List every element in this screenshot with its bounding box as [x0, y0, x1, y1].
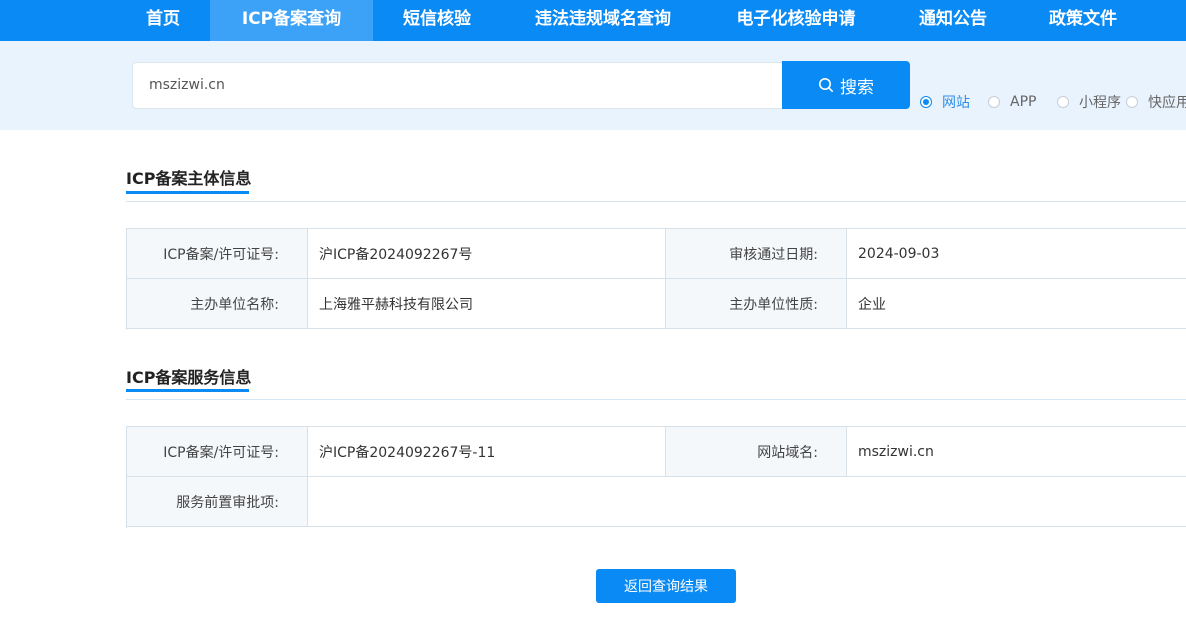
radio-circle [988, 96, 1000, 108]
nav-item-illegal-domain[interactable]: 违法违规域名查询 [520, 0, 686, 41]
section-divider [126, 399, 1186, 400]
cell-value-approval-date: 2024-09-03 [847, 229, 1186, 279]
cell-value-org-type: 企业 [847, 279, 1186, 329]
radio-website[interactable]: 网站 [920, 92, 970, 112]
nav-item-icp-query[interactable]: ICP备案查询 [210, 0, 373, 41]
section-divider [126, 201, 1186, 202]
radio-label-quickapp: 快应用 [1148, 95, 1186, 111]
nav-item-policies[interactable]: 政策文件 [1036, 0, 1130, 41]
radio-label-miniprogram: 小程序 [1079, 95, 1121, 111]
radio-circle [1057, 96, 1069, 108]
search-button[interactable]: 搜索 [782, 61, 910, 109]
cell-label-pre-approval: 服务前置审批项: [127, 477, 308, 527]
search-band: mszizwi.cn 搜索 网站 APP 小程序 快应用 [0, 41, 1186, 130]
nav-item-home[interactable]: 首页 [128, 0, 198, 41]
search-button-label: 搜索 [840, 77, 874, 98]
cell-value-org-name: 上海雅平赫科技有限公司 [308, 279, 666, 329]
cell-value-license: 沪ICP备2024092267号 [308, 229, 666, 279]
section-underline [126, 389, 249, 392]
cell-label-service-license: ICP备案/许可证号: [127, 427, 308, 477]
radio-miniprogram[interactable]: 小程序 [1057, 92, 1121, 112]
cell-value-pre-approval [308, 477, 1186, 527]
cell-value-domain: mszizwi.cn [847, 427, 1186, 477]
search-icon [819, 78, 833, 92]
cell-label-license: ICP备案/许可证号: [127, 229, 308, 279]
section-title-subject: ICP备案主体信息 [126, 169, 252, 188]
cell-value-service-license: 沪ICP备2024092267号-11 [308, 427, 666, 477]
cell-label-approval-date: 审核通过日期: [666, 229, 847, 279]
subject-info-table: ICP备案/许可证号: 沪ICP备2024092267号 审核通过日期: 202… [126, 228, 1186, 330]
radio-quickapp[interactable]: 快应用 [1126, 92, 1186, 112]
nav-item-e-verify[interactable]: 电子化核验申请 [722, 0, 870, 41]
cell-label-org-type: 主办单位性质: [666, 279, 847, 329]
cell-label-org-name: 主办单位名称: [127, 279, 308, 329]
radio-circle-checked [920, 96, 932, 108]
top-nav: 首页 ICP备案查询 短信核验 违法违规域名查询 电子化核验申请 通知公告 政策… [0, 0, 1186, 41]
radio-circle [1126, 96, 1138, 108]
service-info-table: ICP备案/许可证号: 沪ICP备2024092267号-11 网站域名: ms… [126, 426, 1186, 528]
cell-label-domain: 网站域名: [666, 427, 847, 477]
nav-item-notices[interactable]: 通知公告 [906, 0, 1000, 41]
nav-item-sms-verify[interactable]: 短信核验 [390, 0, 484, 41]
radio-label-app: APP [1010, 94, 1037, 110]
radio-app[interactable]: APP [988, 92, 1036, 112]
return-results-button[interactable]: 返回查询结果 [596, 569, 736, 603]
section-underline [126, 191, 249, 194]
search-input[interactable]: mszizwi.cn [132, 62, 782, 109]
section-title-service: ICP备案服务信息 [126, 368, 252, 387]
radio-label-website: 网站 [942, 95, 970, 111]
